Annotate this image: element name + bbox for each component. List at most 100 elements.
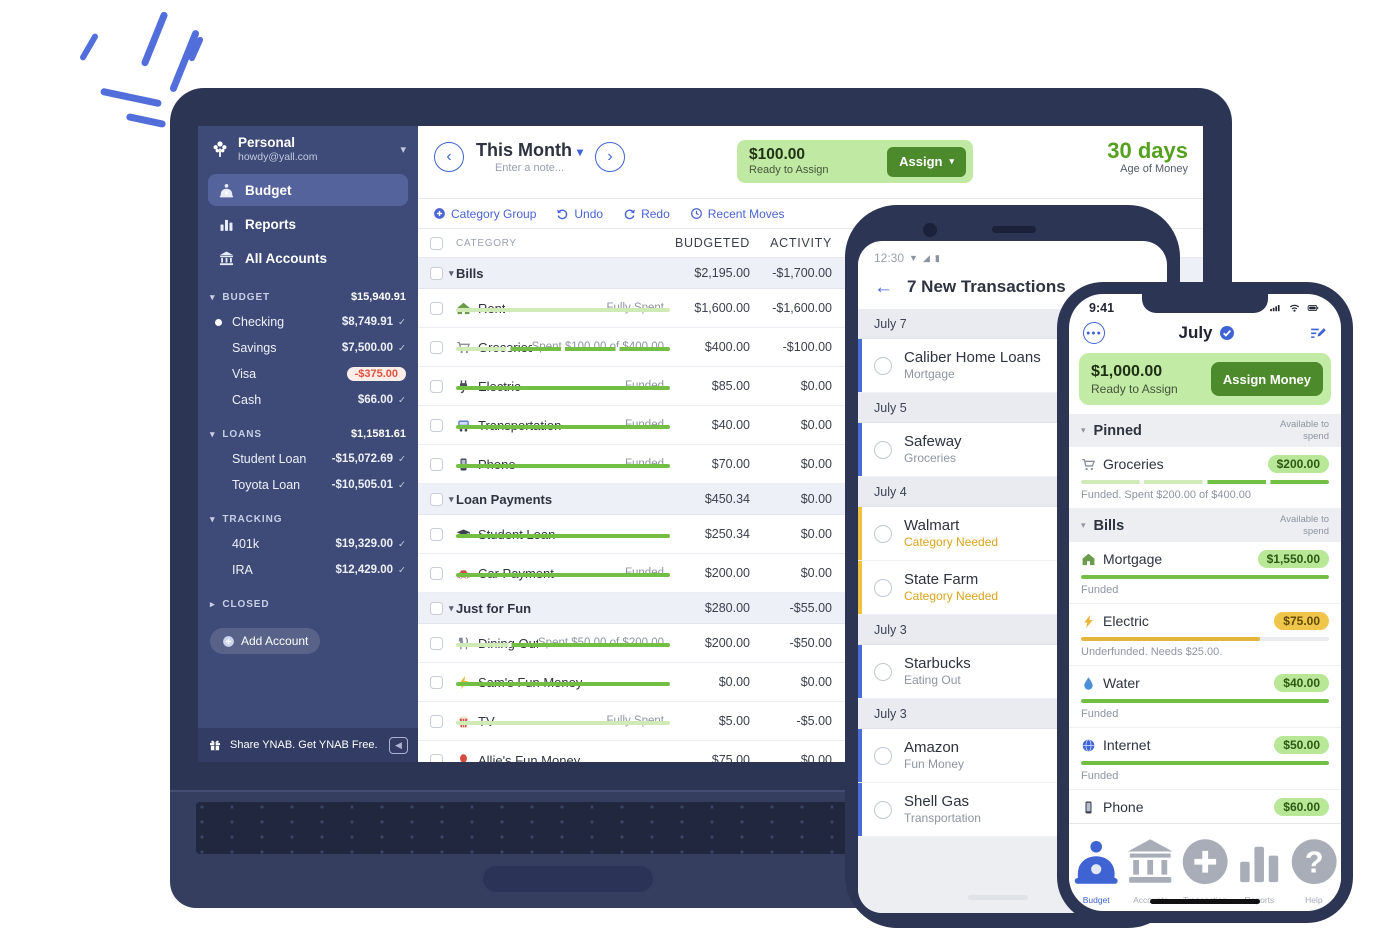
edit-categories-icon[interactable]: [1308, 325, 1327, 342]
budget-category-row[interactable]: Groceries $200.00 Funded. Spent $200.00 …: [1069, 447, 1341, 509]
sidebar-section-header[interactable]: LOANS $1,1581.61: [198, 422, 418, 446]
previous-month-button[interactable]: ‹: [434, 142, 464, 172]
transaction-payee: State Farm: [904, 571, 998, 590]
next-month-button[interactable]: ›: [595, 142, 625, 172]
toolbar-button[interactable]: Undo: [556, 207, 603, 221]
activity-amount: $0.00: [750, 492, 832, 506]
toolbar-button[interactable]: Category Group: [433, 207, 536, 221]
transaction-select-radio[interactable]: [874, 357, 892, 375]
toolbar-button-label: Redo: [641, 207, 670, 221]
gift-icon: [208, 738, 222, 752]
sidebar-account-row[interactable]: Savings $7,500.00 ✓: [198, 335, 418, 361]
row-checkbox[interactable]: [430, 341, 443, 354]
category-icon: [1081, 800, 1096, 815]
budget-category-row[interactable]: Internet $50.00 Funded: [1069, 728, 1341, 790]
budget-category-row[interactable]: Mortgage $1,550.00 Funded: [1069, 542, 1341, 604]
row-checkbox[interactable]: [430, 637, 443, 650]
sidebar-account-row[interactable]: 401k $19,329.00 ✓: [198, 531, 418, 557]
budget-category-list: Pinned Available to spend Groceries $200…: [1069, 414, 1341, 823]
row-checkbox[interactable]: [430, 419, 443, 432]
row-checkbox[interactable]: [430, 458, 443, 471]
row-checkbox[interactable]: [430, 302, 443, 315]
share-ynab-link[interactable]: Share YNAB. Get YNAB Free.: [230, 739, 378, 751]
row-checkbox[interactable]: [430, 528, 443, 541]
budgeted-amount: $40.00: [670, 418, 750, 432]
tab-bar-item[interactable]: Reports: [1232, 829, 1286, 894]
tab-bar-icon: [1123, 829, 1177, 894]
transaction-color-edge: [858, 645, 862, 698]
tab-bar-item[interactable]: Help: [1287, 829, 1341, 894]
sidebar-section-header[interactable]: TRACKING: [198, 507, 418, 531]
month-selector[interactable]: This Month ▾: [476, 140, 583, 161]
category-icon: [1081, 552, 1096, 567]
budget-category-row[interactable]: Electric $75.00 Underfunded. Needs $25.0…: [1069, 604, 1341, 666]
sidebar-nav-item[interactable]: Reports: [208, 208, 408, 240]
sidebar-section-header[interactable]: CLOSED: [198, 592, 418, 616]
tab-bar-item[interactable]: Accounts: [1123, 829, 1177, 894]
row-checkbox[interactable]: [430, 715, 443, 728]
toolbar-button[interactable]: Recent Moves: [690, 207, 785, 221]
budget-nav-bar: ●●● July: [1069, 315, 1341, 350]
menu-dots-button[interactable]: ●●●: [1083, 322, 1105, 344]
row-checkbox[interactable]: [430, 676, 443, 689]
back-arrow-icon[interactable]: ←: [874, 278, 893, 297]
row-checkbox[interactable]: [430, 380, 443, 393]
ready-to-assign-amount: $1,000.00: [1091, 362, 1178, 382]
chevron-down-icon[interactable]: ▾: [449, 268, 454, 279]
sidebar-nav-icon: [218, 216, 235, 233]
month-note-field[interactable]: Enter a note...: [476, 162, 583, 174]
category-progress-bar: [456, 386, 670, 390]
budgeted-amount: $200.00: [670, 566, 750, 580]
chevron-down-icon[interactable]: ▾: [449, 603, 454, 614]
tab-bar-item[interactable]: Transaction: [1178, 829, 1232, 894]
transaction-select-radio[interactable]: [874, 801, 892, 819]
chevron-down-icon[interactable]: ▾: [449, 494, 454, 505]
budget-section-header[interactable]: Pinned Available to spend: [1069, 414, 1341, 447]
transaction-select-radio[interactable]: [874, 663, 892, 681]
decorative-stroke: [169, 29, 200, 93]
sidebar-section-header[interactable]: BUDGET $15,940.91: [198, 285, 418, 309]
budget-section-header[interactable]: Bills Available to spend: [1069, 509, 1341, 542]
transaction-payee: Safeway: [904, 433, 962, 452]
checkmark-icon: ✓: [398, 539, 406, 550]
category-name: Water: [1103, 675, 1140, 691]
transaction-date-label: July 3: [874, 623, 907, 637]
account-switcher[interactable]: Personal howdy@yall.com ▾: [198, 126, 418, 172]
assign-button[interactable]: Assign ▾: [887, 147, 966, 177]
row-checkbox[interactable]: [430, 602, 443, 615]
sidebar-section-label: TRACKING: [222, 514, 282, 525]
row-checkbox[interactable]: [430, 754, 443, 763]
row-checkbox[interactable]: [430, 493, 443, 506]
sidebar-nav-item[interactable]: Budget: [208, 174, 408, 206]
sidebar-account-row[interactable]: Toyota Loan -$10,505.01 ✓: [198, 472, 418, 498]
sidebar-account-row[interactable]: Cash $66.00 ✓: [198, 387, 418, 413]
sidebar-account-row[interactable]: Student Loan -$15,072.69 ✓: [198, 446, 418, 472]
budget-category-row[interactable]: Water $40.00 Funded: [1069, 666, 1341, 728]
toolbar-button[interactable]: Redo: [623, 207, 670, 221]
assign-money-button[interactable]: Assign Money: [1211, 362, 1323, 396]
row-checkbox[interactable]: [430, 567, 443, 580]
transaction-select-radio[interactable]: [874, 579, 892, 597]
month-selector[interactable]: July: [1105, 323, 1308, 343]
chevron-down-icon: [1081, 520, 1086, 531]
tab-bar-item[interactable]: Budget: [1069, 829, 1123, 894]
transactions-title: 7 New Transactions: [907, 277, 1066, 297]
ready-to-assign-label: Ready to Assign: [1091, 382, 1178, 397]
budget-category-row[interactable]: Phone $60.00: [1069, 790, 1341, 823]
select-all-checkbox[interactable]: [430, 237, 443, 250]
transaction-select-radio[interactable]: [874, 747, 892, 765]
transaction-color-edge: [858, 561, 862, 614]
transaction-select-radio[interactable]: [874, 441, 892, 459]
row-checkbox[interactable]: [430, 267, 443, 280]
sidebar-account-row[interactable]: IRA $12,429.00 ✓: [198, 557, 418, 583]
toolbar-button-icon: [433, 207, 446, 220]
transaction-select-radio[interactable]: [874, 525, 892, 543]
sidebar-account-row[interactable]: Visa -$375.00 ✓: [198, 361, 418, 387]
sidebar-nav-item[interactable]: All Accounts: [208, 242, 408, 274]
transaction-category: Transportation: [904, 811, 981, 826]
transaction-category: Category Needed: [904, 589, 998, 604]
category-progress-bar: [456, 534, 670, 538]
add-account-button[interactable]: Add Account: [210, 628, 320, 654]
sidebar-account-row[interactable]: Checking $8,749.91 ✓: [198, 309, 418, 335]
collapse-sidebar-button[interactable]: ◀: [389, 737, 408, 754]
